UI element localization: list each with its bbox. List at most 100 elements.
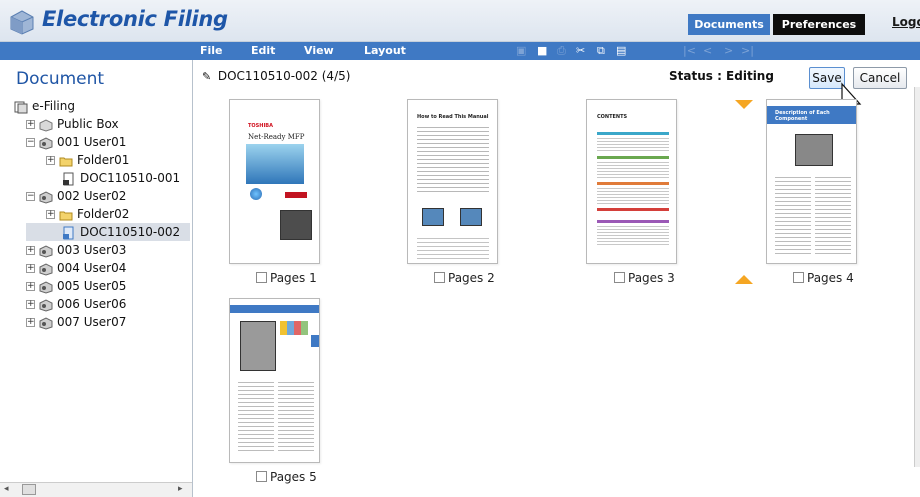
folder-icon — [59, 157, 73, 166]
move-down-arrow-icon[interactable] — [735, 100, 753, 109]
thumb-text-lines — [597, 224, 669, 246]
menu-edit[interactable]: Edit — [251, 44, 275, 57]
user-box-icon — [39, 280, 53, 294]
page-checkbox[interactable] — [793, 272, 804, 283]
thumb-section-bar — [597, 182, 669, 185]
logout-link[interactable]: Logout — [892, 15, 920, 29]
thumb-text-lines — [597, 186, 669, 204]
main-vertical-scrollbar[interactable] — [914, 87, 920, 467]
thumb-machine-image — [240, 321, 276, 371]
header-bar: Electronic Filing Documents Preferences … — [0, 0, 920, 42]
document-icon — [63, 226, 74, 239]
thumb-screen-image — [460, 208, 482, 226]
thumb-ocean-image — [246, 144, 304, 184]
menu-layout[interactable]: Layout — [364, 44, 406, 57]
page-label-4[interactable]: Pages 4 — [793, 271, 854, 285]
page-checkbox[interactable] — [434, 272, 445, 283]
thumb-section-bar — [597, 156, 669, 159]
tab-documents[interactable]: Documents — [688, 14, 770, 35]
page-label-1[interactable]: Pages 1 — [256, 271, 317, 285]
thumb-title: Net-Ready MFP — [248, 133, 305, 141]
thumb-header-bar — [230, 305, 319, 313]
thumb-screen-image — [422, 208, 444, 226]
user-box-icon — [39, 262, 53, 276]
user-box-icon — [39, 298, 53, 312]
thumb-text-lines — [417, 235, 489, 260]
save-icon[interactable]: ■ — [537, 44, 547, 57]
last-page-icon[interactable]: >| — [741, 44, 754, 57]
copy-icon[interactable]: ⧉ — [597, 44, 605, 58]
move-up-arrow-icon[interactable] — [735, 275, 753, 284]
cut-icon[interactable]: ✂ — [576, 44, 585, 57]
page-checkbox[interactable] — [614, 272, 625, 283]
tree-item-user05[interactable]: +005 User05 — [26, 277, 126, 295]
tree-item-folder02[interactable]: + Folder02 — [46, 205, 129, 223]
tree-item-doc110510-001[interactable]: DOC110510-001 — [62, 169, 180, 187]
tree-item-folder01[interactable]: + Folder01 — [46, 151, 129, 169]
thumb-printer-image — [280, 210, 312, 240]
sidebar-title: Document — [16, 69, 105, 89]
user-box-icon — [39, 136, 53, 150]
thumb-text-lines — [815, 174, 851, 254]
expand-icon[interactable]: + — [26, 282, 35, 291]
collapse-icon[interactable]: − — [26, 138, 35, 147]
page-thumbnail-5[interactable] — [229, 298, 320, 463]
efiling-window: Electronic Filing Documents Preferences … — [0, 0, 920, 497]
tree-item-efiling[interactable]: e-Filing — [14, 97, 75, 115]
page-label-3[interactable]: Pages 3 — [614, 271, 675, 285]
page-thumbnail-4[interactable]: Description of Each Component — [766, 99, 857, 264]
thumb-logo-bar — [285, 192, 307, 198]
expand-icon[interactable]: + — [26, 120, 35, 129]
menu-view[interactable]: View — [304, 44, 334, 57]
page-thumbnail-2[interactable]: How to Read This Manual — [407, 99, 498, 264]
tree-item-user04[interactable]: +004 User04 — [26, 259, 126, 277]
tree-item-user01[interactable]: −001 User01 — [26, 133, 126, 151]
page-thumbnail-1[interactable]: TOSHIBA Net-Ready MFP — [229, 99, 320, 264]
sidebar-horizontal-scrollbar[interactable]: ◂ ▸ — [0, 482, 192, 497]
tree-item-doc110510-002[interactable]: DOC110510-002 — [26, 223, 190, 241]
expand-icon[interactable]: + — [26, 246, 35, 255]
efiling-icon — [14, 101, 28, 113]
scroll-right-icon[interactable]: ▸ — [178, 484, 183, 494]
collapse-icon[interactable]: − — [26, 192, 35, 201]
thumb-globe-icon — [250, 188, 262, 200]
thumb-text-lines — [597, 136, 669, 152]
menu-file[interactable]: File — [200, 44, 223, 57]
thumb-side-tab — [311, 335, 319, 347]
next-page-icon[interactable]: > — [724, 44, 733, 57]
tab-preferences[interactable]: Preferences — [773, 14, 865, 35]
paste-icon[interactable]: ▤ — [616, 44, 626, 57]
prev-page-icon[interactable]: < — [703, 44, 712, 57]
image-icon[interactable]: ▣ — [516, 44, 526, 57]
first-page-icon[interactable]: |< — [683, 44, 696, 57]
expand-icon[interactable]: + — [26, 300, 35, 309]
expand-icon[interactable]: + — [46, 156, 55, 165]
tree-item-user06[interactable]: +006 User06 — [26, 295, 126, 313]
scroll-left-icon[interactable]: ◂ — [4, 484, 9, 494]
expand-icon[interactable]: + — [46, 210, 55, 219]
thumb-brand: TOSHIBA — [248, 123, 273, 129]
expand-icon[interactable]: + — [26, 318, 35, 327]
thumb-text-lines — [278, 379, 314, 453]
page-label-2[interactable]: Pages 2 — [434, 271, 495, 285]
tree-item-public-box[interactable]: + Public Box — [26, 115, 119, 133]
document-name: ✎ DOC110510-002 (4/5) — [202, 69, 351, 83]
tree-item-user03[interactable]: +003 User03 — [26, 241, 126, 259]
thumb-text-lines — [238, 379, 274, 453]
page-label-5[interactable]: Pages 5 — [256, 470, 317, 484]
thumb-machine-image — [795, 134, 833, 166]
page-checkbox[interactable] — [256, 272, 267, 283]
expand-icon[interactable]: + — [26, 264, 35, 273]
scrollbar-thumb[interactable] — [22, 484, 36, 495]
thumb-title: CONTENTS — [597, 114, 628, 120]
tree-item-user02[interactable]: −002 User02 — [26, 187, 126, 205]
page-checkbox[interactable] — [256, 471, 267, 482]
document-icon — [63, 172, 74, 185]
public-box-icon — [39, 118, 53, 132]
thumb-section-bar — [597, 208, 669, 211]
app-title: Electronic Filing — [42, 7, 228, 31]
tree-item-user07[interactable]: +007 User07 — [26, 313, 126, 331]
thumb-text-lines — [597, 160, 669, 178]
page-thumbnail-3[interactable]: CONTENTS — [586, 99, 677, 264]
print-icon[interactable]: ⎙ — [557, 44, 566, 58]
